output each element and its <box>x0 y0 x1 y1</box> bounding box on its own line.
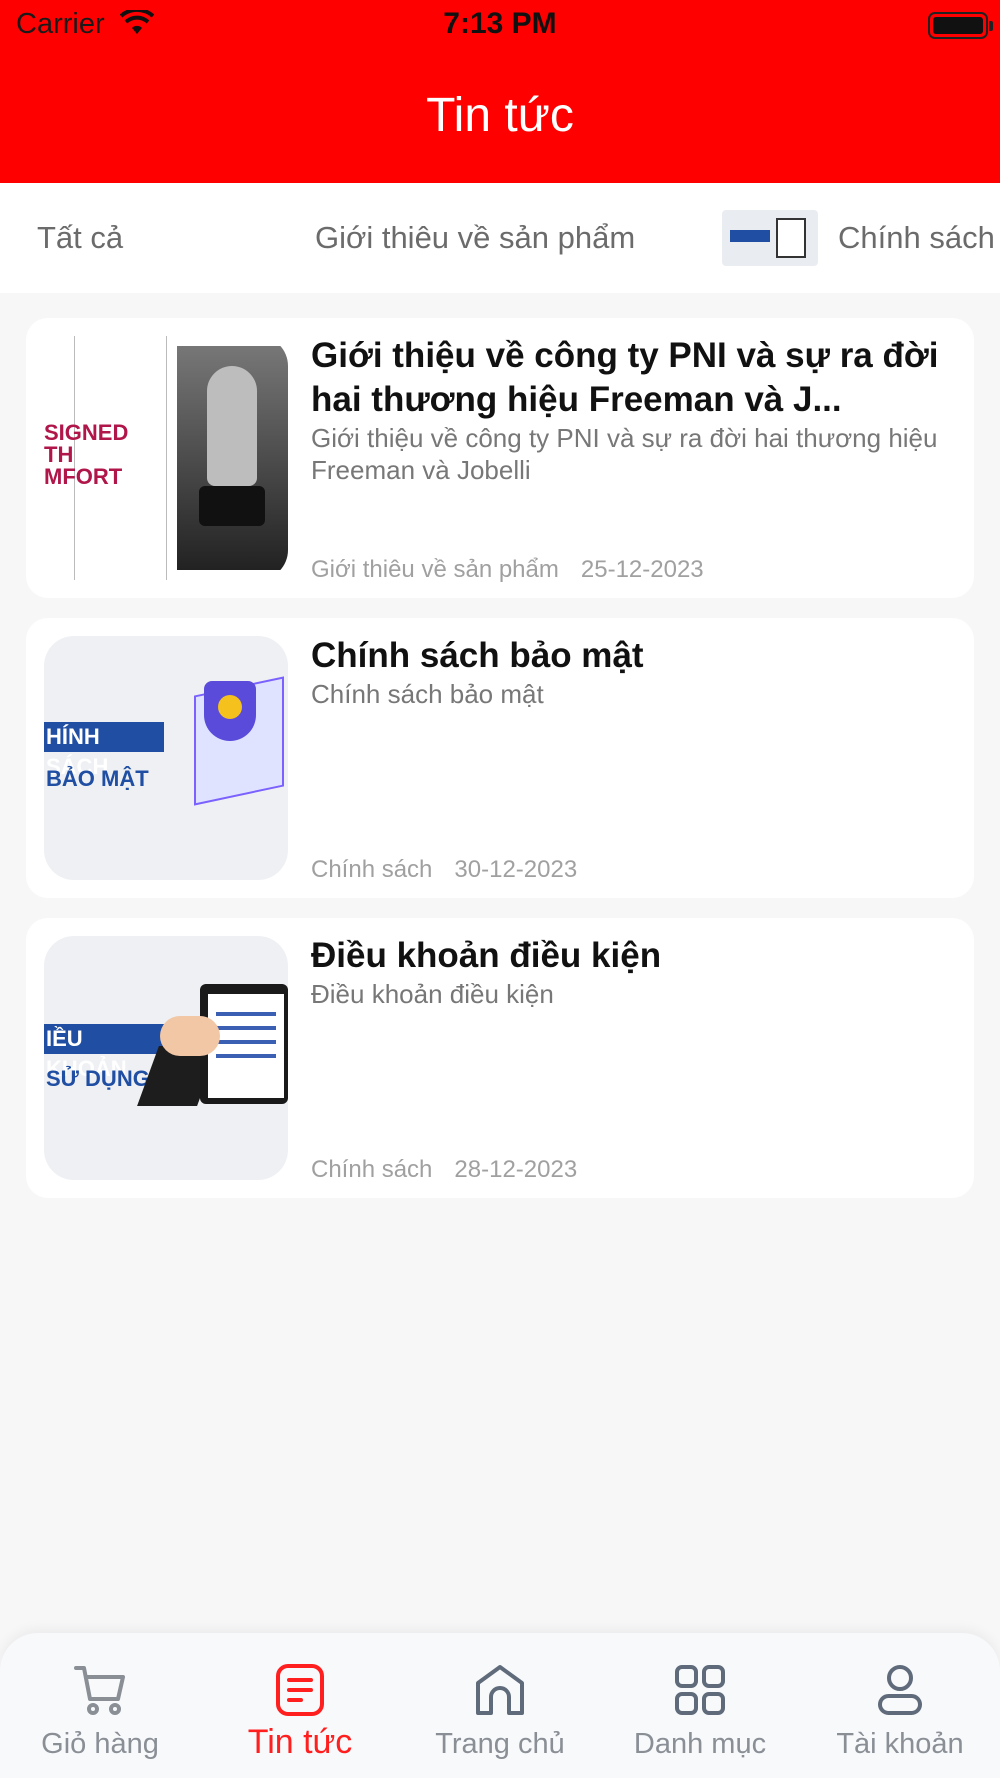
article-description: Chính sách bảo mật <box>311 679 544 709</box>
thumbnail-text: HÍNH SÁCH <box>44 722 164 779</box>
shield-icon <box>204 681 256 741</box>
article-thumbnail: HÍNH SÁCH BẢO MẬT <box>44 636 288 880</box>
battery-icon <box>928 12 993 39</box>
thumbnail-text: IỀU KHOẢN <box>44 1024 164 1081</box>
article-description: Điều khoản điều kiện <box>311 979 554 1009</box>
article-category: Chính sách <box>311 856 433 883</box>
article-category: Chính sách <box>311 1156 433 1183</box>
article-card[interactable]: IỀU KHOẢN SỬ DỤNG Điều khoản điều kiện Đ… <box>26 918 974 1198</box>
user-icon <box>873 1663 927 1717</box>
nav-news[interactable]: Tin tức <box>200 1633 400 1778</box>
bottom-nav: Giỏ hàng Tin tức Trang chủ Danh mục Tài … <box>0 1633 1000 1778</box>
home-icon <box>473 1663 527 1717</box>
tab-policy[interactable]: Chính sách <box>722 183 995 293</box>
cart-icon <box>73 1663 127 1717</box>
thumbnail-text: SIGNED <box>44 420 129 445</box>
page-title: Tin tức <box>426 89 574 142</box>
article-card[interactable]: HÍNH SÁCH BẢO MẬT Chính sách bảo mật Chí… <box>26 618 974 898</box>
nav-label: Tài khoản <box>836 1728 964 1760</box>
nav-label: Tin tức <box>247 1723 353 1761</box>
nav-label: Danh mục <box>633 1728 767 1760</box>
thumbnail-text: MFORT <box>44 464 123 489</box>
tab-label: Giới thiêu về sản phẩm <box>315 220 636 255</box>
grid-icon <box>673 1663 727 1717</box>
status-bar: Carrier 7:13 PM <box>0 0 1000 50</box>
clock: 7:13 PM <box>443 7 557 40</box>
article-title: Chính sách bảo mật <box>311 636 644 675</box>
nav-home[interactable]: Trang chủ <box>400 1633 600 1778</box>
tab-label: Chính sách <box>838 220 995 255</box>
article-card[interactable]: SIGNED TH MFORT Giới thiệu về công ty PN… <box>26 318 974 598</box>
article-meta: Giới thiêu về sản phẩm 25-12-2023 <box>311 556 704 584</box>
article-list: SIGNED TH MFORT Giới thiệu về công ty PN… <box>26 318 974 1218</box>
tab-label: Tất cả <box>37 220 124 255</box>
article-description: Giới thiệu về công ty PNI và sự ra đời h… <box>311 423 938 485</box>
nav-category[interactable]: Danh mục <box>600 1633 800 1778</box>
nav-label: Giỏ hàng <box>41 1728 159 1760</box>
article-title: Giới thiệu về công ty PNI và sự ra đời h… <box>311 336 939 419</box>
tab-all[interactable]: Tất cả <box>37 183 123 293</box>
thumbnail-text: BẢO MẬT <box>46 766 149 791</box>
tab-thumbnail-image <box>722 210 818 266</box>
article-title: Điều khoản điều kiện <box>311 936 662 975</box>
category-tabs: Tất cả Giới thiêu về sản phẩm Chính sách <box>0 183 1000 293</box>
nav-label: Trang chủ <box>435 1728 565 1760</box>
tab-product-intro[interactable]: Giới thiêu về sản phẩm <box>315 183 635 293</box>
app-header: Carrier 7:13 PM Tin tức <box>0 0 1000 183</box>
nav-cart[interactable]: Giỏ hàng <box>0 1633 200 1778</box>
article-category: Giới thiêu về sản phẩm <box>311 556 559 583</box>
article-meta: Chính sách 30-12-2023 <box>311 856 577 884</box>
nav-account[interactable]: Tài khoản <box>800 1633 1000 1778</box>
article-meta: Chính sách 28-12-2023 <box>311 1156 577 1184</box>
article-date: 28-12-2023 <box>454 1156 578 1183</box>
article-date: 25-12-2023 <box>580 556 704 583</box>
article-thumbnail: IỀU KHOẢN SỬ DỤNG <box>44 936 288 1180</box>
news-icon <box>273 1663 327 1717</box>
article-thumbnail: SIGNED TH MFORT <box>44 336 288 580</box>
thumbnail-text: TH <box>44 442 74 467</box>
article-date: 30-12-2023 <box>454 856 578 883</box>
